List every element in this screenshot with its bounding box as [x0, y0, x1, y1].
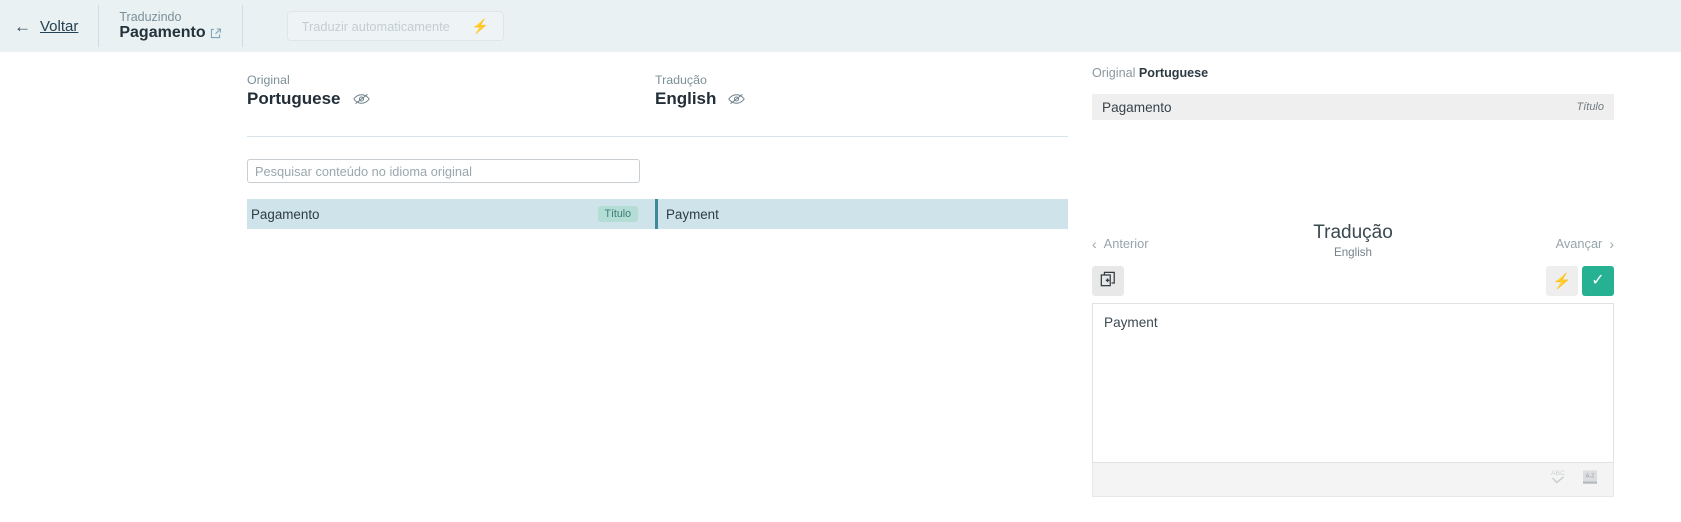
segments-panel: Original Portuguese Tradução English Pes…: [0, 52, 1068, 522]
confirm-translation-button[interactable]: ✓: [1582, 266, 1614, 296]
translation-title: Tradução: [1313, 222, 1393, 243]
svg-text:ABC: ABC: [1551, 470, 1565, 477]
original-language-header: Original Portuguese: [247, 72, 655, 109]
copy-add-icon: [1100, 271, 1116, 292]
original-field-tag: Título: [1576, 101, 1604, 113]
editor-status-bar: ABC A-Z: [1092, 463, 1614, 497]
translating-caption: Traduzindo: [119, 9, 182, 24]
editor-panel: Original Portuguese Pagamento Título ‹ A…: [1068, 52, 1681, 522]
translation-textarea-value: Payment: [1104, 315, 1158, 330]
arrow-left-icon: ←: [14, 16, 31, 36]
dictionary-book-icon[interactable]: A-Z: [1580, 467, 1600, 492]
translation-navigation: ‹ Anterior Tradução English Avançar ›: [1092, 222, 1614, 264]
original-source-language: Portuguese: [1138, 66, 1209, 80]
translation-language-name: English: [655, 89, 717, 109]
segment-row[interactable]: Pagamento Título Payment: [247, 199, 1068, 229]
original-source-caption: Original: [1092, 66, 1136, 80]
translation-subtitle: English: [1333, 245, 1373, 259]
lightning-bolt-icon: ⚡: [1552, 272, 1572, 290]
segment-type-badge: Título: [597, 205, 638, 223]
svg-text:A-Z: A-Z: [1586, 474, 1596, 480]
language-headers: Original Portuguese Tradução English: [247, 72, 1068, 109]
segment-target-text: Payment: [666, 206, 719, 222]
segment-source-cell[interactable]: Pagamento Título: [247, 199, 655, 229]
editor-toolbar: ⚡ ✓: [1092, 266, 1614, 298]
original-source-header: Original Portuguese: [1092, 66, 1208, 80]
next-button-label: Avançar: [1555, 236, 1603, 251]
original-caption: Original: [247, 73, 290, 87]
auto-translate-label: Traduzir automaticamente: [301, 18, 450, 34]
auto-translate-button[interactable]: Traduzir automaticamente ⚡: [286, 11, 505, 41]
original-value-text: Pagamento: [1102, 99, 1172, 115]
check-icon: ✓: [1591, 272, 1605, 289]
eye-off-icon[interactable]: [728, 92, 746, 106]
translating-info: Traduzindo Pagamento: [119, 10, 221, 43]
translation-language-header: Tradução English: [655, 72, 1063, 109]
copy-source-button[interactable]: [1092, 266, 1124, 296]
original-value-box: Pagamento Título: [1092, 94, 1614, 120]
toolbar-divider-2: [241, 5, 243, 47]
translation-heading: Tradução English: [1092, 222, 1614, 259]
external-link-icon[interactable]: [209, 27, 222, 40]
back-button[interactable]: ← Voltar: [14, 0, 78, 52]
translating-item-name: Pagamento: [119, 23, 206, 41]
header-divider: [247, 136, 1068, 137]
top-toolbar: ← Voltar Traduzindo Pagamento Traduzir a…: [0, 0, 1681, 52]
eye-off-icon[interactable]: [352, 92, 370, 106]
search-input[interactable]: [247, 159, 640, 183]
original-language-name: Portuguese: [247, 89, 341, 109]
back-button-label: Voltar: [40, 17, 79, 35]
auto-translate-field-button[interactable]: ⚡: [1546, 266, 1578, 296]
lightning-bolt-icon: ⚡: [471, 18, 490, 34]
translation-textarea[interactable]: Payment: [1092, 303, 1614, 463]
toolbar-divider-1: [98, 5, 100, 47]
chevron-right-icon: ›: [1609, 235, 1614, 252]
segment-source-text: Pagamento: [251, 206, 320, 222]
next-button[interactable]: Avançar ›: [1556, 236, 1614, 251]
translation-caption: Tradução: [655, 73, 707, 87]
abc-spellcheck-icon[interactable]: ABC: [1547, 467, 1569, 492]
segment-target-cell[interactable]: Payment: [658, 199, 1068, 229]
